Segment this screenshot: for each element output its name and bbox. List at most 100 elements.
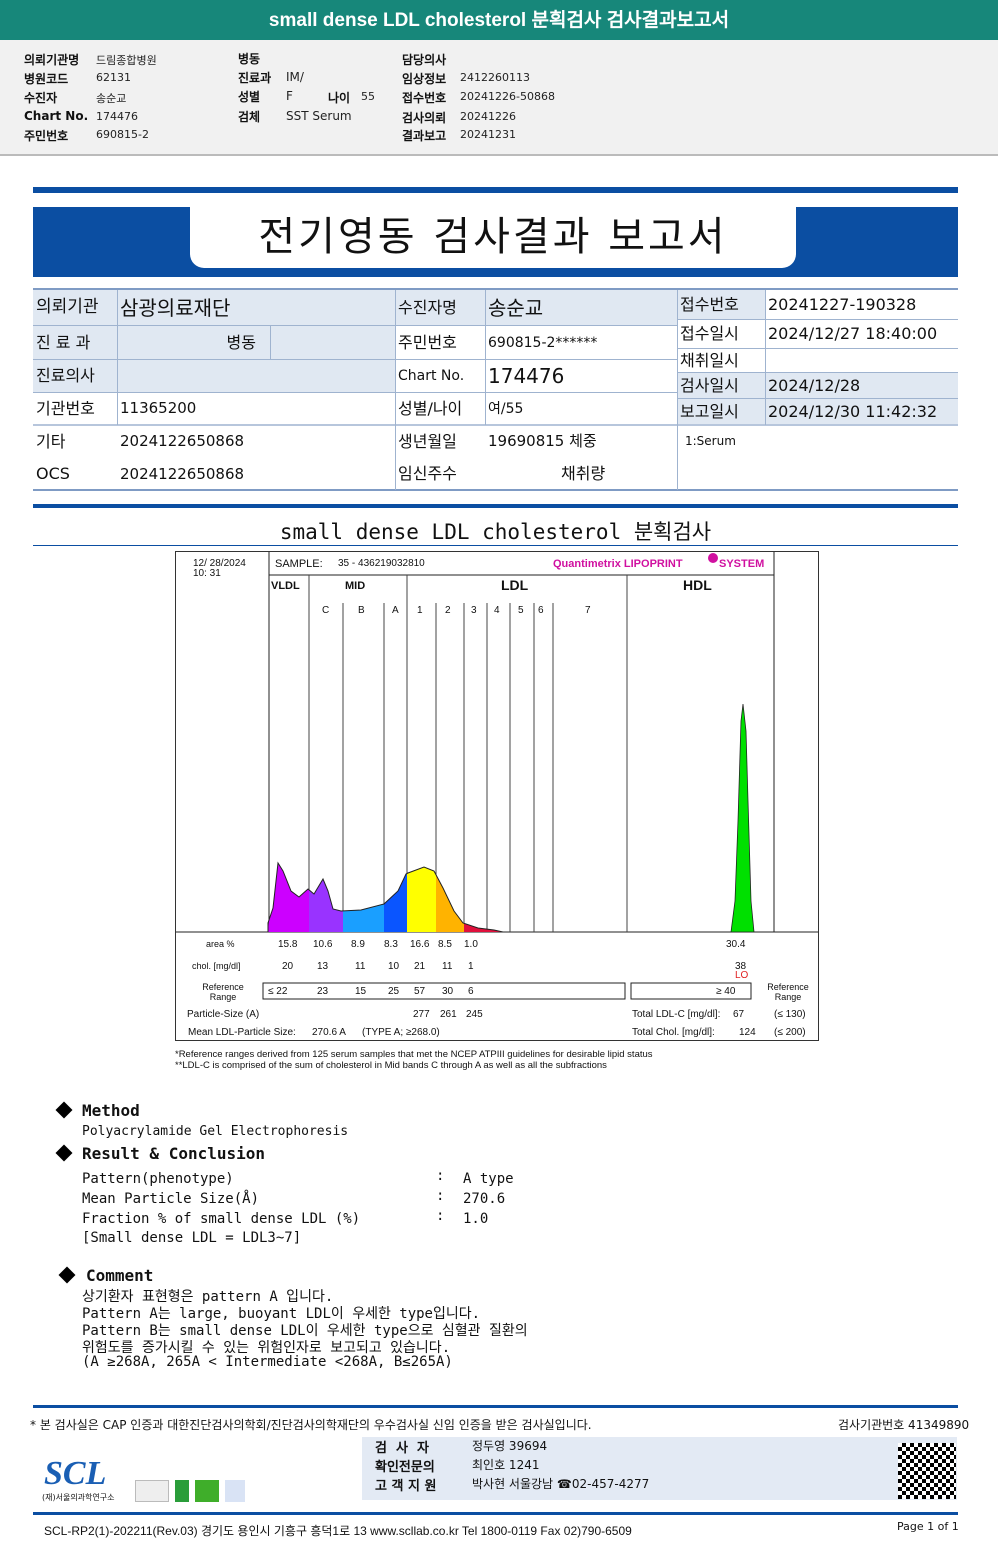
footnote: **LDL-C is comprised of the sum of chole… <box>175 1060 607 1071</box>
label: 진료의사 <box>33 360 117 393</box>
bullet-icon <box>55 1144 73 1162</box>
comment-title: Comment <box>86 1266 154 1285</box>
table-border <box>33 489 958 491</box>
label: 접수번호 <box>677 290 765 320</box>
mean-size-label: Mean LDL-Particle Size: <box>188 1027 296 1038</box>
brand-name: SYSTEM <box>719 558 765 570</box>
result-title: Result & Conclusion <box>82 1144 266 1163</box>
table-cell: 채취량 <box>561 464 606 483</box>
band-label: B <box>358 605 365 616</box>
area-value: 16.6 <box>410 939 430 950</box>
table-border <box>270 326 271 360</box>
scl-logo-sub: (재)서울의과학연구소 <box>42 1493 115 1502</box>
label: 의뢰기관 <box>33 290 117 326</box>
band-area-1 <box>407 867 436 932</box>
chart-time: 10: 31 <box>193 568 221 579</box>
info-label: Chart No. <box>24 109 89 123</box>
label: 주민번호 <box>395 326 485 360</box>
chol-value: 20 <box>282 961 294 972</box>
label: 임신주수 <box>398 464 457 483</box>
staff-value: 정두영 39694 <box>472 1439 548 1453</box>
table-border <box>677 290 678 490</box>
divider <box>33 545 958 546</box>
table-cell: 여/55 <box>485 393 677 425</box>
area-value: 15.8 <box>278 939 298 950</box>
bullet-icon <box>55 1101 73 1119</box>
info-label: 담당의사 <box>402 53 447 67</box>
info-value: 20241226-50868 <box>460 90 555 103</box>
brand-name: Quantimetrix LIPOPRINT <box>553 558 683 570</box>
result-value: 270.6 <box>463 1191 506 1207</box>
table-border <box>765 290 766 425</box>
report-title: 전기영동 검사결과 보고서 <box>190 207 796 268</box>
info-label: 임상정보 <box>402 72 447 86</box>
separator: : <box>436 1188 445 1204</box>
info-value: 2412260113 <box>460 71 530 84</box>
lab-number: 검사기관번호 41349890 <box>838 1418 970 1432</box>
separator: : <box>436 1208 445 1224</box>
label: 진 료 과 <box>33 326 117 360</box>
info-value: 20241231 <box>460 128 516 141</box>
info-label: 주민번호 <box>24 129 69 143</box>
label: OCS <box>36 464 70 483</box>
result-label: Fraction % of small dense LDL (%) <box>82 1211 361 1227</box>
label: 채취일시 <box>677 349 765 373</box>
lipoprint-chart: 12/ 28/2024 10: 31 SAMPLE: 35 - 43621903281… <box>175 551 819 1041</box>
result-label: Pattern(phenotype) <box>82 1171 234 1187</box>
qr-code <box>898 1443 956 1499</box>
table-cell: 20241227-190328 <box>765 290 958 320</box>
total-chol-label: Total Chol. [mg/dl]: <box>632 1027 715 1038</box>
total-ldl-label: Total LDL-C [mg/dl]: <box>632 1009 721 1020</box>
info-value: IM/ <box>286 70 304 84</box>
table-border <box>117 290 118 425</box>
area-value: 8.9 <box>351 939 365 950</box>
report-header-title: small dense LDL cholesterol 분획검사 검사결과보고서 <box>0 0 998 40</box>
band-label: 6 <box>538 605 544 616</box>
info-label: 병원코드 <box>24 72 69 86</box>
area-value: 8.3 <box>384 939 398 950</box>
staff-value: 최인호 1241 <box>472 1458 540 1472</box>
total-chol-value: 124 <box>739 1027 756 1038</box>
table-cell: 2024122650868 <box>120 464 245 483</box>
table-cell: 1:Serum <box>685 434 736 448</box>
ref-label: Reference Range <box>202 982 244 1002</box>
group-label: LDL <box>501 577 529 593</box>
table-cell: 690815-2****** <box>485 326 677 360</box>
band-label: 5 <box>518 605 524 616</box>
footnote: *Reference ranges derived from 125 serum… <box>175 1049 653 1060</box>
chol-value: 11 <box>442 961 453 972</box>
hdl-area-value: 30.4 <box>726 939 746 950</box>
registered-icon <box>708 553 718 563</box>
total-ldl-value: 67 <box>733 1009 745 1020</box>
info-label: 결과보고 <box>402 129 447 143</box>
result-value: 1.0 <box>463 1211 489 1227</box>
chol-value: 10 <box>388 961 400 972</box>
info-value: 송순교 <box>96 92 127 105</box>
ref-value: 6 <box>468 986 474 997</box>
result-value: A type <box>463 1171 514 1187</box>
age-label: 나이 <box>328 91 351 105</box>
group-label: VLDL <box>271 580 300 592</box>
area-value: 1.0 <box>464 939 478 950</box>
chol-label: chol. [mg/dl] <box>192 961 241 971</box>
info-label: 검체 <box>238 110 261 124</box>
table-cell: 19690815 체중 <box>488 432 597 450</box>
info-value: 62131 <box>96 71 131 84</box>
hdl-flag: LO <box>735 970 749 981</box>
total-ldl-ref: (≤ 130) <box>774 1009 806 1020</box>
band-label: 7 <box>585 605 591 616</box>
staff-label: 고 객 지 원 <box>375 1479 437 1494</box>
band-area-A <box>384 873 407 932</box>
label: 검사일시 <box>677 373 765 399</box>
sample-id: 35 - 436219032810 <box>338 558 425 569</box>
band-label: 4 <box>494 605 500 616</box>
staff-box <box>362 1437 957 1500</box>
particle-size-value: 245 <box>466 1009 483 1020</box>
table-cell: 삼광의료재단 <box>117 290 395 326</box>
staff-label: 확인전문의 <box>375 1460 435 1475</box>
label: 접수일시 <box>677 320 765 349</box>
info-label: 진료과 <box>238 71 272 85</box>
divider <box>33 187 958 193</box>
order-info-panel: 나이 55 의뢰기관명 드림종합병원 병원코드 62131 수진자 송순교 Chart No… <box>0 40 998 156</box>
area-value: 8.5 <box>438 939 452 950</box>
